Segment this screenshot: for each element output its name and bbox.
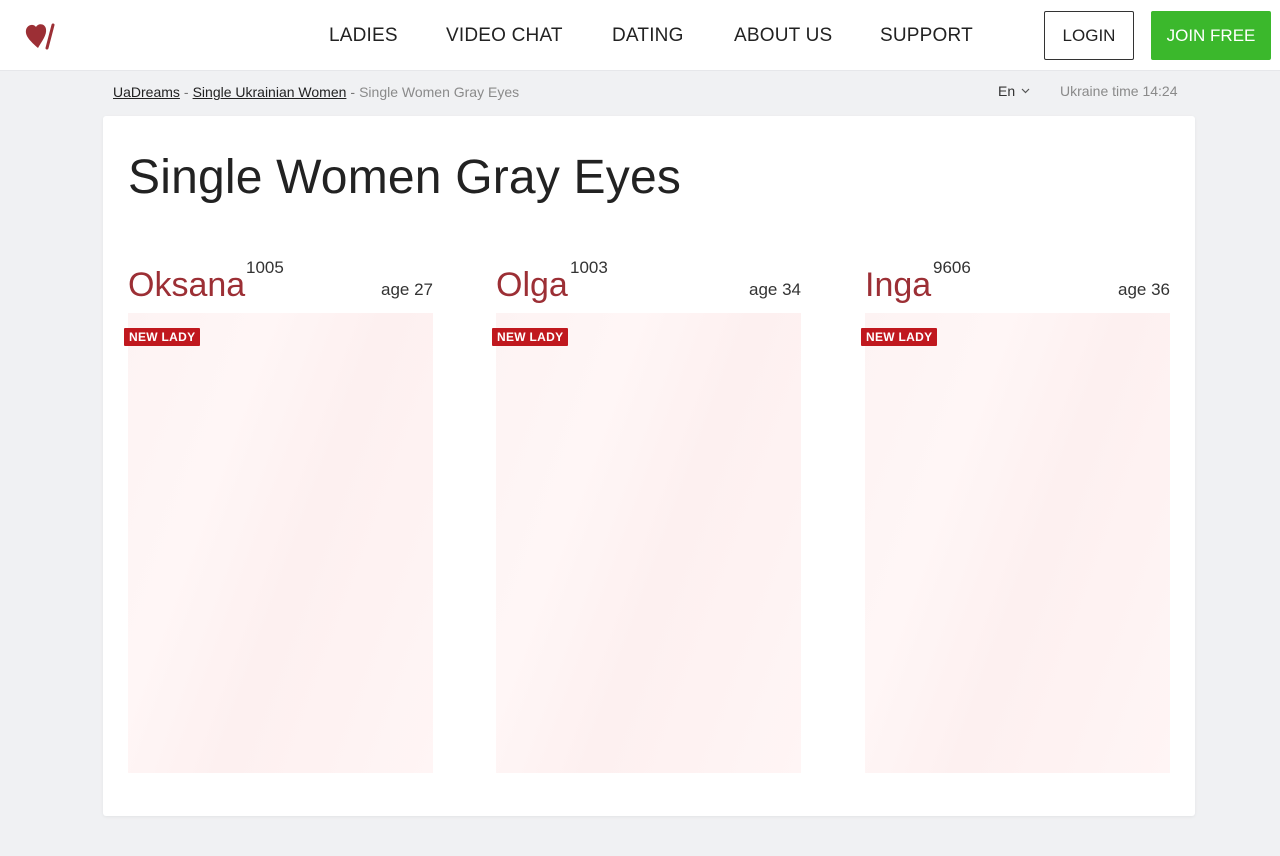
breadcrumb-separator: - <box>350 84 356 100</box>
profile-photo[interactable] <box>865 313 1170 773</box>
profile-photo[interactable] <box>496 313 801 773</box>
profile-id: 1005 <box>246 258 284 277</box>
profile-card: Oksana 1005 age 27 NEW LADY <box>124 256 433 856</box>
login-button[interactable]: LOGIN <box>1044 11 1134 60</box>
breadcrumb-separator: - <box>183 84 189 100</box>
profile-card: Olga 1003 age 34 NEW LADY <box>492 256 801 856</box>
profile-id: 9606 <box>933 258 971 277</box>
ukraine-time: Ukraine time 14:24 <box>1060 83 1178 99</box>
main-content-card: Single Women Gray Eyes Oksana 1005 age 2… <box>103 116 1195 816</box>
nav-ladies[interactable]: LADIES <box>329 25 398 47</box>
profile-age: age 36 <box>1118 280 1170 299</box>
join-free-button[interactable]: JOIN FREE <box>1151 11 1271 60</box>
profile-age: age 27 <box>381 280 433 299</box>
profile-name[interactable]: Olga <box>496 266 568 305</box>
nav-dating[interactable]: DATING <box>612 25 684 47</box>
language-selector[interactable]: En <box>998 83 1030 99</box>
site-header: LADIES VIDEO CHAT DATING ABOUT US SUPPOR… <box>0 0 1280 71</box>
new-lady-badge: NEW LADY <box>492 328 569 346</box>
page-title: Single Women Gray Eyes <box>128 151 682 204</box>
profile-name[interactable]: Inga <box>865 266 931 305</box>
profile-id: 1003 <box>570 258 608 277</box>
breadcrumb-current: Single Women Gray Eyes <box>359 84 520 100</box>
nav-about-us[interactable]: ABOUT US <box>734 25 832 47</box>
language-value: En <box>998 83 1016 99</box>
profile-name[interactable]: Oksana <box>128 266 245 305</box>
nav-support[interactable]: SUPPORT <box>880 25 973 47</box>
new-lady-badge: NEW LADY <box>861 328 938 346</box>
breadcrumb-link-uadreams[interactable]: UaDreams <box>113 84 180 100</box>
nav-video-chat[interactable]: VIDEO CHAT <box>446 25 563 47</box>
profile-photo[interactable] <box>128 313 433 773</box>
profile-age: age 34 <box>749 280 801 299</box>
new-lady-badge: NEW LADY <box>124 328 201 346</box>
breadcrumb: UaDreams - Single Ukrainian Women - Single W… <box>113 84 519 100</box>
chevron-down-icon <box>1021 88 1030 94</box>
breadcrumb-link-single-ukrainian-women[interactable]: Single Ukrainian Women <box>193 84 347 100</box>
profile-card: Inga 9606 age 36 NEW LADY <box>861 256 1170 856</box>
